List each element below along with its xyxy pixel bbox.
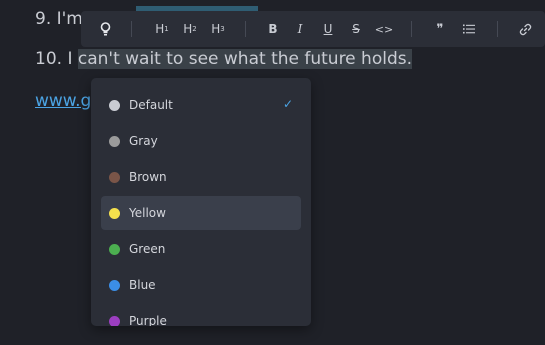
toolbar-divider (131, 21, 132, 37)
code-button[interactable]: <> (375, 11, 393, 47)
blue-swatch-icon (109, 279, 120, 291)
link-icon (519, 23, 531, 35)
option-label: Brown (129, 170, 167, 184)
h2-sub: 2 (192, 25, 197, 33)
code-icon: <> (374, 22, 394, 36)
color-option-purple[interactable]: Purple (101, 304, 301, 326)
list-icon (463, 24, 475, 34)
line-10-prefix: 10. I (35, 49, 78, 69)
option-label: Purple (129, 314, 167, 326)
list-button[interactable] (461, 11, 477, 47)
h3-sub: 3 (220, 25, 225, 33)
heading-3-button[interactable]: H3 (209, 11, 227, 47)
color-option-default[interactable]: Default ✓ (101, 88, 301, 122)
strikethrough-icon: S (352, 22, 360, 36)
default-swatch-icon (109, 99, 120, 111)
line-10-selected-text: can't wait to see what the future holds. (77, 49, 412, 69)
toolbar-divider (411, 21, 412, 37)
underline-button[interactable]: U (321, 11, 335, 47)
formatting-toolbar: H1 H2 H3 B I U S <> ❞ (81, 11, 545, 47)
green-swatch-icon (109, 243, 120, 255)
checkmark-icon: ✓ (282, 97, 293, 111)
option-label: Blue (129, 278, 156, 292)
h1-sub: 1 (164, 25, 169, 33)
color-option-green[interactable]: Green (101, 232, 301, 266)
purple-swatch-icon (109, 315, 120, 326)
option-label: Green (129, 242, 166, 256)
italic-button[interactable]: I (294, 11, 306, 47)
underline-icon: U (323, 22, 333, 36)
toolbar-divider (245, 21, 246, 37)
list-line-9[interactable]: 9. I'm (35, 8, 83, 30)
list-line-10[interactable]: 10. I can't wait to see what the future … (35, 48, 412, 70)
line-9-text: 9. I'm (35, 9, 83, 29)
text-color-menu: Default ✓ Gray Brown Yellow Green Blue P… (91, 78, 311, 326)
h3-label: H (211, 22, 221, 36)
bold-icon: B (268, 22, 278, 36)
link-label[interactable]: www.g (35, 91, 91, 111)
toolbar-divider (497, 21, 498, 37)
quote-button[interactable]: ❞ (431, 11, 449, 47)
heading-1-button[interactable]: H1 (153, 11, 171, 47)
yellow-swatch-icon (109, 207, 120, 219)
option-label: Gray (129, 134, 158, 148)
strikethrough-button[interactable]: S (349, 11, 363, 47)
option-label: Yellow (129, 206, 166, 220)
lightbulb-icon (100, 22, 110, 36)
option-label: Default (129, 98, 173, 112)
h1-label: H (155, 22, 165, 36)
bold-button[interactable]: B (266, 11, 280, 47)
color-option-brown[interactable]: Brown (101, 160, 301, 194)
editor-canvas[interactable]: 9. I'm 10. I can't wait to see what the … (0, 0, 545, 345)
h2-label: H (183, 22, 193, 36)
color-option-yellow[interactable]: Yellow (101, 196, 301, 230)
link-text[interactable]: www.g (35, 90, 91, 112)
color-option-gray[interactable]: Gray (101, 124, 301, 158)
color-option-blue[interactable]: Blue (101, 268, 301, 302)
italic-icon: I (297, 22, 303, 36)
quote-icon: ❞ (436, 21, 444, 37)
gray-swatch-icon (109, 135, 120, 147)
brown-swatch-icon (109, 171, 120, 183)
highlight-color-button[interactable] (95, 11, 115, 47)
heading-2-button[interactable]: H2 (181, 11, 199, 47)
link-button[interactable] (517, 11, 533, 47)
